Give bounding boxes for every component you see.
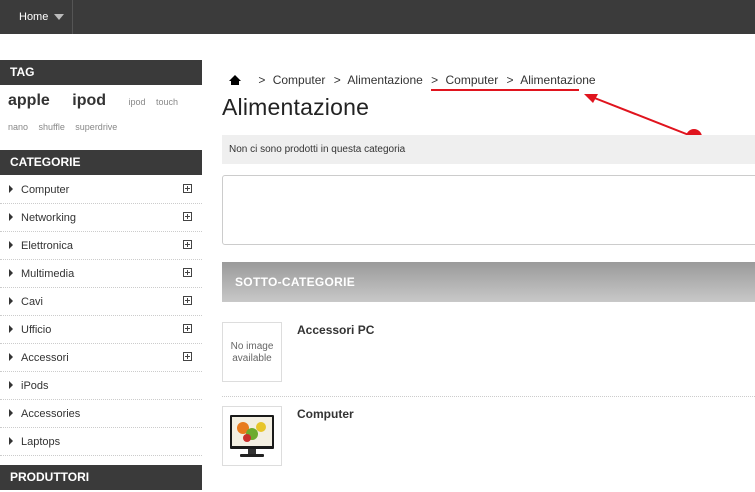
subcategory-image[interactable]: No image available xyxy=(222,322,282,382)
caret-right-icon xyxy=(9,241,13,249)
breadcrumb-item[interactable]: Alimentazione xyxy=(347,73,422,87)
expand-plus-icon[interactable] xyxy=(183,324,192,333)
category-label: Elettronica xyxy=(21,240,73,252)
tag-link[interactable]: touch xyxy=(156,97,178,107)
tag-link[interactable]: superdrive xyxy=(75,122,117,132)
category-label: Cavi xyxy=(21,296,44,308)
expand-plus-icon[interactable] xyxy=(183,240,192,249)
category-item-elettronica[interactable]: Elettronica xyxy=(0,232,202,260)
category-label: Ufficio xyxy=(21,324,52,336)
breadcrumb-item[interactable]: Computer xyxy=(446,73,499,87)
caret-right-icon xyxy=(9,381,13,389)
tag-cloud-line2: nano shuffle superdrive xyxy=(8,117,123,135)
category-label: Accessori xyxy=(21,352,69,364)
breadcrumb-separator: > xyxy=(333,73,341,87)
category-item-ufficio[interactable]: Ufficio xyxy=(0,316,202,344)
tag-link[interactable]: shuffle xyxy=(38,122,64,132)
breadcrumb: > Computer > Alimentazione > Computer > … xyxy=(229,73,601,87)
breadcrumb-item: Alimentazione xyxy=(520,73,596,87)
expand-plus-icon[interactable] xyxy=(183,268,192,277)
category-item-networking[interactable]: Networking xyxy=(0,204,202,232)
category-label: Laptops xyxy=(21,436,61,448)
breadcrumb-separator: > xyxy=(506,73,514,87)
chevron-down-icon xyxy=(54,14,65,20)
breadcrumb-separator: > xyxy=(258,73,266,87)
page-title: Alimentazione xyxy=(222,94,370,120)
subcategory-image[interactable] xyxy=(222,406,282,466)
top-navigation-bar: Home xyxy=(0,0,755,34)
breadcrumb-separator: > xyxy=(431,73,439,87)
subcategory-name-link[interactable]: Computer xyxy=(297,407,354,421)
subcategories-header: SOTTO-CATEGORIE xyxy=(222,262,755,302)
caret-right-icon xyxy=(9,213,13,221)
categories-block-title: CATEGORIE xyxy=(0,150,202,175)
category-label: Networking xyxy=(21,212,77,224)
category-label: Computer xyxy=(21,184,70,196)
tag-link[interactable]: apple xyxy=(8,92,50,110)
monitor-icon xyxy=(230,415,274,457)
expand-plus-icon[interactable] xyxy=(183,352,192,361)
subcategory-name-link[interactable]: Accessori PC xyxy=(297,323,374,337)
tag-link[interactable]: nano xyxy=(8,122,28,132)
category-description-box xyxy=(222,175,755,245)
category-item-accessories[interactable]: Accessories xyxy=(0,400,202,428)
no-products-message: Non ci sono prodotti in questa categoria xyxy=(222,135,755,164)
caret-right-icon xyxy=(9,409,13,417)
tag-cloud: apple ipod ipod touch xyxy=(8,92,202,110)
caret-right-icon xyxy=(9,297,13,305)
category-item-laptops[interactable]: Laptops xyxy=(0,428,202,456)
tag-link[interactable]: ipod xyxy=(72,92,106,110)
home-icon[interactable] xyxy=(229,75,241,85)
category-item-cavi[interactable]: Cavi xyxy=(0,288,202,316)
category-item-computer[interactable]: Computer xyxy=(0,176,202,204)
category-list: Computer Networking Elettronica Multimed… xyxy=(0,176,202,456)
home-menu-button[interactable]: Home xyxy=(0,0,73,34)
subcategory-divider xyxy=(222,396,755,397)
caret-right-icon xyxy=(9,325,13,333)
category-label: Multimedia xyxy=(21,268,75,280)
category-item-accessori[interactable]: Accessori xyxy=(0,344,202,372)
caret-right-icon xyxy=(9,437,13,445)
annotation-underline xyxy=(431,89,579,91)
category-item-multimedia[interactable]: Multimedia xyxy=(0,260,202,288)
category-label: iPods xyxy=(21,380,49,392)
breadcrumb-item[interactable]: Computer xyxy=(273,73,326,87)
tag-link[interactable]: ipod xyxy=(128,97,145,107)
caret-right-icon xyxy=(9,269,13,277)
caret-right-icon xyxy=(9,185,13,193)
expand-plus-icon[interactable] xyxy=(183,296,192,305)
tag-block-title: TAG xyxy=(0,60,202,85)
caret-right-icon xyxy=(9,353,13,361)
category-item-ipods[interactable]: iPods xyxy=(0,372,202,400)
no-image-placeholder: No image available xyxy=(230,341,274,364)
home-menu-label: Home xyxy=(19,11,49,23)
manufacturers-block-title: PRODUTTORI xyxy=(0,465,202,490)
expand-plus-icon[interactable] xyxy=(183,184,192,193)
category-label: Accessories xyxy=(21,408,81,420)
expand-plus-icon[interactable] xyxy=(183,212,192,221)
